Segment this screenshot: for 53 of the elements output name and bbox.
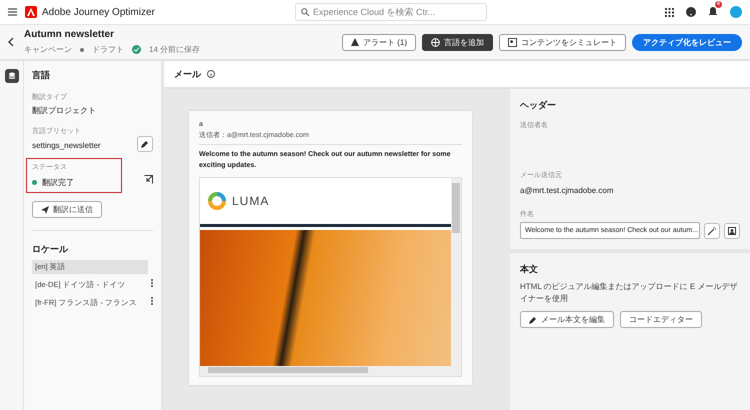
person-icon: [728, 226, 736, 234]
back-button[interactable]: [8, 38, 14, 46]
product-name: Adobe Journey Optimizer: [42, 6, 155, 18]
globe-icon: [431, 38, 440, 46]
info-icon: [207, 70, 215, 78]
header-title: ヘッダー: [520, 99, 557, 112]
preset-value: settings_newsletter: [32, 141, 101, 150]
app-grid-icon[interactable]: [665, 8, 674, 16]
email-title: メール: [174, 68, 201, 80]
draft-status: ドラフト: [92, 44, 124, 55]
open-link-button[interactable]: [144, 175, 153, 184]
pencil-icon: [141, 140, 149, 148]
page-title: Autumn newsletter: [24, 29, 116, 40]
horizontal-scrollbar[interactable]: [200, 366, 461, 376]
dot-icon: [80, 48, 84, 52]
code-editor-button[interactable]: コードエディター: [620, 311, 702, 328]
from-value: a@mrt.test.cjmadobe.com: [520, 186, 614, 195]
panel-title: 言語: [32, 69, 52, 82]
saved-time: 14 分前に保存: [149, 44, 200, 55]
check-circle-icon: [132, 45, 141, 54]
language-panel-button[interactable]: [4, 69, 19, 83]
vertical-scrollbar[interactable]: [451, 178, 461, 366]
avatar[interactable]: [730, 6, 742, 18]
simulate-button[interactable]: コンテンツをシミュレート: [499, 34, 626, 50]
send-icon: [41, 206, 50, 214]
menu-icon[interactable]: [8, 8, 17, 16]
body-description: HTML のビジュアル編集またはアップロードに E メールデザイナーを使用: [520, 281, 738, 305]
body-title: 本文: [520, 263, 539, 276]
magic-wand-icon: [708, 226, 716, 234]
edit-button[interactable]: [137, 136, 153, 152]
ring-logo-icon: [208, 192, 226, 210]
send-translation-button[interactable]: 翻訳に送信: [32, 201, 102, 218]
locales-title: ロケール: [32, 243, 70, 256]
personalize-button[interactable]: [724, 222, 740, 238]
primary-button[interactable]: アクティブ化をレビュー: [632, 34, 742, 50]
warning-icon: [351, 38, 359, 46]
search-field[interactable]: Experience Cloud を検索 Ctr...: [295, 3, 487, 21]
alert-button[interactable]: アラート (1): [342, 34, 416, 50]
translation-type-value: 翻訳プロジェクト: [32, 105, 98, 116]
status-value: 翻訳完了: [42, 177, 74, 188]
preview-icon: [508, 38, 517, 46]
database-icon: [8, 72, 16, 80]
pencil-icon: [529, 316, 537, 324]
bell-icon[interactable]: [708, 6, 718, 16]
edit-body-button[interactable]: メール本文を編集: [520, 311, 614, 328]
app-logo-icon: [25, 6, 37, 18]
brand-name: LUMA: [232, 194, 270, 208]
magic-wand-button[interactable]: [704, 222, 720, 238]
search-icon: [301, 8, 309, 16]
status-dot: [32, 180, 38, 185]
dark-button[interactable]: 言語を追加: [422, 34, 493, 50]
search-placeholder: Experience Cloud を検索 Ctr...: [313, 6, 436, 18]
campaign-type: キャンペーン: [24, 44, 72, 55]
